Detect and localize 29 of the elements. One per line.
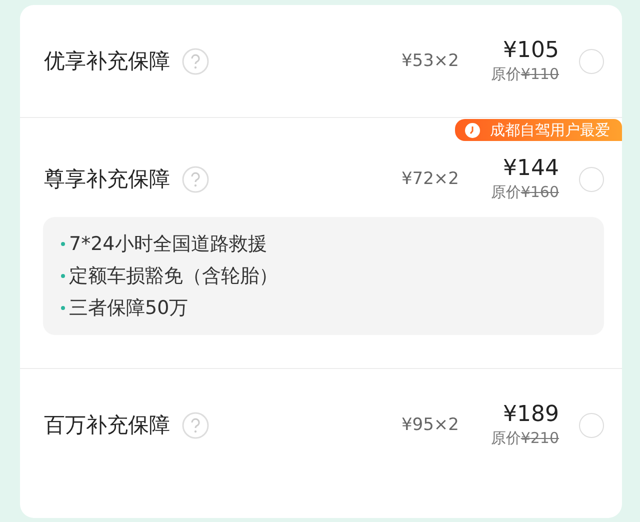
unit-price: ¥95×2 <box>400 415 459 435</box>
plan-name: 百万补充保障 <box>44 412 170 439</box>
feature-text: 定额车损豁免（含轮胎） <box>69 264 278 289</box>
original-price-label: 原价 <box>490 183 521 202</box>
plan-name: 优享补充保障 <box>44 48 170 75</box>
plan-name: 尊享补充保障 <box>44 166 170 193</box>
radio-button[interactable] <box>579 412 604 438</box>
feature-text: 7*24小时全国道路救援 <box>69 232 267 257</box>
original-price: ¥210 <box>520 429 559 447</box>
bullet-icon <box>61 274 65 278</box>
original-price-label: 原价 <box>490 65 521 84</box>
bullet-icon <box>61 242 65 246</box>
original-price: ¥110 <box>520 65 559 83</box>
original-price-label: 原价 <box>490 429 521 448</box>
radio-button[interactable] <box>579 48 604 74</box>
badge: 成都自驾用户最爱 <box>455 119 622 141</box>
bullet-icon <box>61 306 65 310</box>
help-icon[interactable] <box>182 48 209 74</box>
unit-price: ¥72×2 <box>400 169 459 189</box>
price: ¥105 <box>503 38 559 63</box>
price: ¥144 <box>503 156 559 181</box>
feature-text: 三者保障50万 <box>69 296 188 321</box>
unit-price: ¥53×2 <box>400 51 459 71</box>
radio-button[interactable] <box>579 166 604 192</box>
clock-icon <box>465 122 480 138</box>
price: ¥189 <box>503 402 559 427</box>
original-price: ¥160 <box>520 183 559 201</box>
help-icon[interactable] <box>182 166 209 192</box>
help-icon[interactable] <box>182 412 209 438</box>
